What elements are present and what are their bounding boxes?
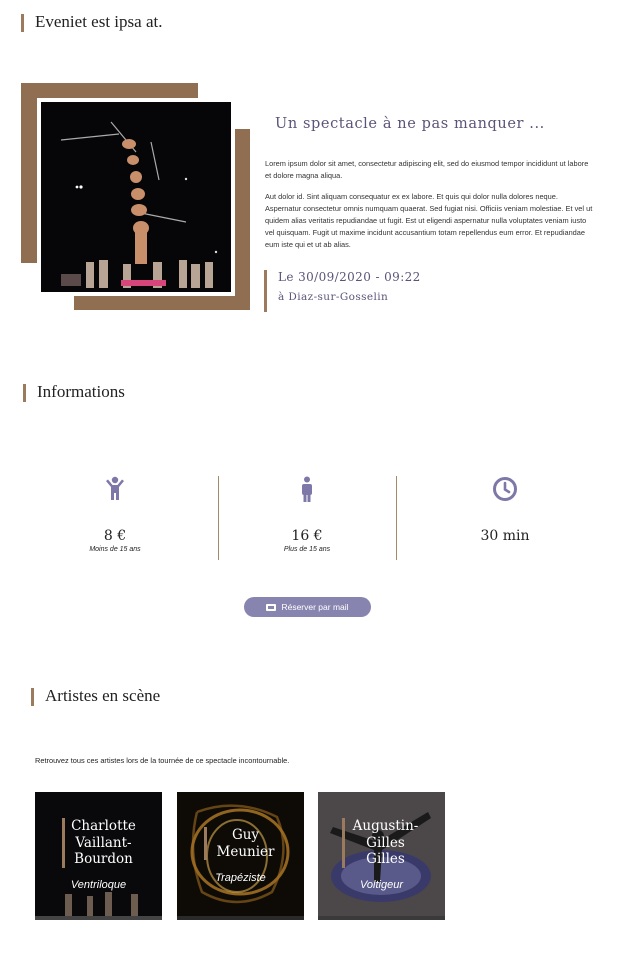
artist-role: Trapéziste <box>215 872 266 884</box>
child-price-note: Moins de 15 ans <box>89 546 141 553</box>
adult-price: 16 € <box>291 528 323 544</box>
reserve-button-label: Réserver par mail <box>281 602 349 612</box>
artist-card[interactable]: Guy Meunier Trapéziste <box>177 792 304 920</box>
show-date: Le 30/09/2020 - 09:22 <box>278 270 421 284</box>
informations-title: Informations <box>37 382 125 401</box>
artist-name: Charlotte Vaillant-Bourdon <box>71 818 136 867</box>
show-title: Un spectacle à ne pas manquer ... <box>275 116 545 132</box>
info-duration: 30 min <box>430 476 580 560</box>
show-paragraph-1: Lorem ipsum dolor sit amet, consectetur … <box>265 159 589 180</box>
adult-price-note: Plus de 15 ans <box>283 546 331 553</box>
artists-intro: Retrouvez tous ces artistes lors de la t… <box>35 756 290 765</box>
date-accent-bar <box>264 270 267 312</box>
artists-accent-bar <box>31 688 34 706</box>
artists-title: Artistes en scène <box>45 686 161 705</box>
child-price: 8 € <box>103 528 127 544</box>
artist-card[interactable]: Charlotte Vaillant-Bourdon Ventriloque <box>35 792 162 920</box>
clock-icon <box>430 476 580 506</box>
info-divider <box>396 476 397 560</box>
ticket-icon <box>266 603 277 611</box>
info-child-price: 8 € Moins de 15 ans <box>40 476 190 560</box>
duration-value: 30 min <box>480 528 530 544</box>
adult-icon <box>232 476 382 506</box>
info-divider <box>218 476 219 560</box>
show-photo <box>41 102 231 292</box>
artist-role: Voltigeur <box>359 879 403 891</box>
artist-name: Augustin-Gilles Gilles <box>352 818 419 867</box>
artist-role: Ventriloque <box>70 879 127 891</box>
artist-name: Guy Meunier <box>216 827 275 860</box>
child-icon <box>40 476 190 506</box>
header-accent-bar <box>21 14 24 32</box>
artist-card[interactable]: Augustin-Gilles Gilles Voltigeur <box>318 792 445 920</box>
reserve-button[interactable]: Réserver par mail <box>244 597 371 617</box>
show-paragraph-2: Aut dolor id. Sint aliquam consequatur e… <box>265 192 593 249</box>
show-place: à Diaz-sur-Gosselin <box>278 291 389 303</box>
page-title: Eveniet est ipsa at. <box>35 12 163 31</box>
info-adult-price: 16 € Plus de 15 ans <box>232 476 382 560</box>
informations-accent-bar <box>23 384 26 402</box>
